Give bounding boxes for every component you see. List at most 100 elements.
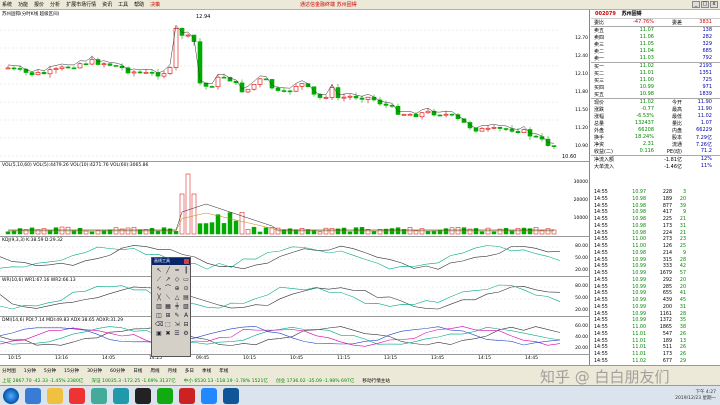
- period-tab[interactable]: 月线: [168, 368, 177, 374]
- candle-body: [533, 135, 539, 138]
- tick-list[interactable]: 14:55 10.97 228 3 14:55 10.98 189 20 14:55 10.98 8…: [591, 190, 720, 379]
- browser-icon[interactable]: [25, 387, 41, 404]
- draw-tool-icon[interactable]: ╪: [173, 303, 181, 311]
- word-icon[interactable]: [201, 387, 217, 404]
- tick-cell: 10.99: [632, 271, 646, 276]
- candle-body: [143, 72, 149, 74]
- draw-tool-icon[interactable]: ▦: [164, 303, 172, 311]
- draw-tool-icon[interactable]: A: [182, 312, 190, 320]
- candle-body: [395, 105, 401, 115]
- folder-icon[interactable]: [47, 387, 63, 404]
- toolbox-close-icon[interactable]: [184, 259, 189, 264]
- chart-area[interactable]: 苏州固锝(分时K线 超级区间) 12.94 10.60 12.70 12.40 12…: [0, 10, 590, 365]
- menu-item-decision[interactable]: 决策: [150, 1, 160, 8]
- draw-tool-icon[interactable]: ⚙: [182, 330, 190, 338]
- draw-tool-icon[interactable]: ⌒: [164, 285, 172, 293]
- quote-row: 大单流入 -1.46亿 11%: [591, 163, 720, 170]
- menu-item-function[interactable]: 功能: [18, 1, 28, 8]
- menu-item-help[interactable]: 帮助: [134, 1, 144, 8]
- stock-app-icon[interactable]: [223, 387, 239, 404]
- draw-tool-icon[interactable]: ⌫: [155, 321, 163, 329]
- start-button-icon[interactable]: [3, 387, 19, 404]
- draw-tool-icon[interactable]: ⟋: [155, 276, 163, 284]
- kdj-pane[interactable]: KDJ(9,3,3) K:38.59 D:29.32 80.00 50.00 20.…: [0, 237, 590, 277]
- draw-tool-icon[interactable]: ┃: [182, 267, 190, 275]
- period-tab[interactable]: 5分钟: [44, 368, 56, 374]
- candlestick-chart[interactable]: [0, 10, 590, 162]
- draw-tool-icon[interactable]: ⇲: [173, 321, 181, 329]
- wr-chart[interactable]: [0, 277, 590, 317]
- draw-tool-icon[interactable]: ▧: [182, 303, 190, 311]
- quote-cell: -1.46亿: [664, 164, 682, 170]
- tick-row: 14:55 10.98 214 9: [591, 251, 720, 258]
- period-tab[interactable]: 30分钟: [87, 368, 102, 374]
- draw-tool-icon[interactable]: ━: [173, 267, 181, 275]
- period-tab[interactable]: 周线: [150, 368, 159, 374]
- menu-item-tools[interactable]: 工具: [118, 1, 128, 8]
- wechat-icon[interactable]: [157, 387, 173, 404]
- price-pane[interactable]: 苏州固锝(分时K线 超级区间) 12.94 10.60 12.70 12.40 12…: [0, 10, 590, 162]
- draw-tool-icon[interactable]: ╱: [164, 267, 172, 275]
- draw-tool-icon[interactable]: ▤: [182, 294, 190, 302]
- draw-tool-icon[interactable]: ∿: [155, 285, 163, 293]
- system-clock[interactable]: 下午 4:27 2019/12/23 星期一: [675, 389, 716, 401]
- draw-tool-icon[interactable]: △: [173, 294, 181, 302]
- period-tab[interactable]: 年线: [219, 368, 228, 374]
- draw-tool-icon[interactable]: ⊞: [164, 312, 172, 320]
- wr-pane[interactable]: WR(10,6) WR1:67.16 WR2:66.13 80.00 50.00 2…: [0, 277, 590, 317]
- qq-icon[interactable]: [135, 387, 151, 404]
- period-tab[interactable]: 1分钟: [24, 368, 36, 374]
- menu-item-extended-market[interactable]: 扩展市场行情: [66, 1, 96, 8]
- maximize-button[interactable]: □: [701, 1, 709, 8]
- dmi-pane[interactable]: DMI(14,6) PDI:7.14 MDI:49.83 ADX:38.65 A…: [0, 317, 590, 355]
- draw-tool-icon[interactable]: ◫: [155, 312, 163, 320]
- network-icon[interactable]: [113, 387, 129, 404]
- draw-tool-icon[interactable]: ✎: [173, 312, 181, 320]
- close-button[interactable]: x: [710, 1, 718, 8]
- quote-cell: 11%: [700, 163, 712, 169]
- period-tab[interactable]: 分时图: [2, 368, 16, 374]
- draw-tool-icon[interactable]: ↖: [155, 267, 163, 275]
- draw-tool-icon[interactable]: ⬚: [164, 321, 172, 329]
- candle-body: [167, 67, 173, 74]
- volume-chart[interactable]: [0, 162, 590, 237]
- candle-body: [311, 86, 317, 95]
- draw-tool-icon[interactable]: ⊙: [182, 285, 190, 293]
- draw-tool-icon[interactable]: ◇: [173, 276, 181, 284]
- draw-tool-icon[interactable]: ⊕: [173, 285, 181, 293]
- period-tab[interactable]: 多日: [185, 368, 194, 374]
- draw-tool-icon[interactable]: ✖: [164, 330, 172, 338]
- draw-tool-icon[interactable]: ↗: [164, 276, 172, 284]
- draw-tool-icon[interactable]: ▭: [182, 276, 190, 284]
- menu-item-news[interactable]: 资讯: [102, 1, 112, 8]
- menu-item-system[interactable]: 系统: [2, 1, 12, 8]
- draw-tool-icon[interactable]: ▥: [155, 303, 163, 311]
- tick-cell: 11.01: [632, 352, 646, 357]
- minimize-button[interactable]: _: [692, 1, 700, 8]
- menu-item-quote[interactable]: 报价: [34, 1, 44, 8]
- kdj-chart[interactable]: [0, 237, 590, 277]
- period-tab[interactable]: 60分钟: [110, 368, 125, 374]
- draw-tool-icon[interactable]: ☰: [173, 330, 181, 338]
- menu-item-analysis[interactable]: 分析: [50, 1, 60, 8]
- volume-pane[interactable]: VOL(5,10,60) VOL(5):4479.26 VOL(10):4271…: [0, 162, 590, 237]
- drawing-toolbox[interactable]: 画线工具 ↖ ╱ ━ ┃ ⟋ ↗ ◇ ▭ ∿ ⌒ ⊕ ⊙ ╳ ⟍ △ ▤ ▥ ▦ ╪ ▧ ◫ ⊞ ✎ A ⌫ ⬚ ⇲ ⊟ ▣ ✖ ☰ ⚙: [151, 257, 191, 357]
- period-tab[interactable]: 日线: [133, 368, 142, 374]
- app-icon[interactable]: [69, 387, 85, 404]
- quote-cell: 买二: [594, 71, 605, 77]
- draw-tool-icon[interactable]: ╳: [155, 294, 163, 302]
- time-axis-label: 14:05: [102, 356, 115, 361]
- period-tab[interactable]: 季线: [202, 368, 211, 374]
- quote-cell: 11.05: [639, 41, 654, 47]
- chrome-icon[interactable]: [91, 387, 107, 404]
- volume-ma10-line: [8, 212, 554, 232]
- trading-app-icon[interactable]: [179, 387, 195, 404]
- period-tab[interactable]: 15分钟: [64, 368, 79, 374]
- volume-bar: [491, 231, 497, 235]
- volume-bar: [287, 228, 293, 235]
- draw-tool-icon[interactable]: ⊟: [182, 321, 190, 329]
- draw-tool-icon[interactable]: ▣: [155, 330, 163, 338]
- candle-body: [509, 128, 515, 132]
- draw-tool-icon[interactable]: ⟍: [164, 294, 172, 302]
- tick-row: 14:55 10.99 1679 57: [591, 271, 720, 278]
